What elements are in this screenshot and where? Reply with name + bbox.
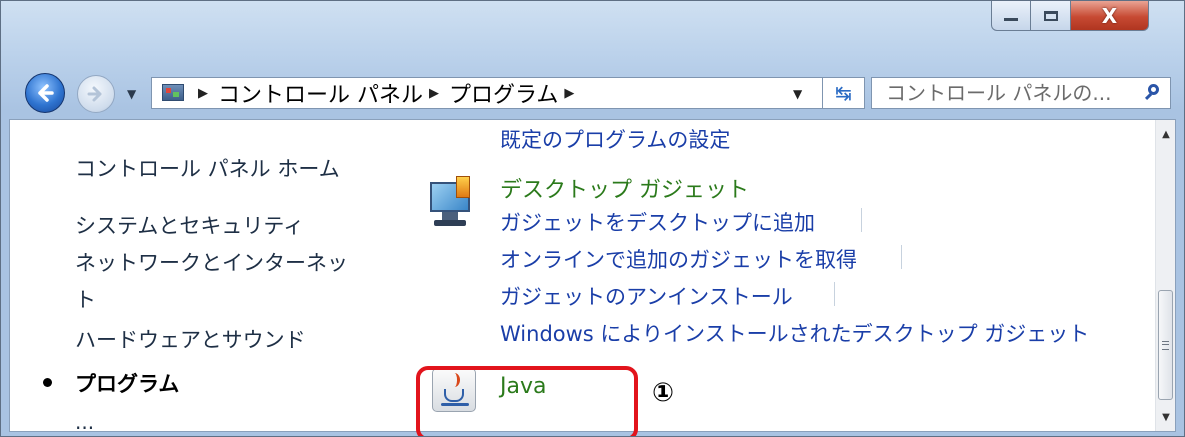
uninstall-gadget-link[interactable]: ガジェットのアンインストール	[500, 281, 793, 311]
link-separator	[834, 282, 835, 306]
search-input[interactable]	[884, 80, 1138, 106]
sidebar-item-programs[interactable]: プログラム	[75, 368, 179, 398]
recent-pages-dropdown[interactable]: ▼	[127, 87, 136, 101]
breadcrumb-programs[interactable]: プログラム	[449, 77, 558, 109]
scroll-up-icon[interactable]: ▲	[1156, 124, 1176, 144]
link-separator	[861, 208, 862, 232]
scrollbar-thumb[interactable]	[1158, 290, 1173, 400]
sidebar-item-cutoff[interactable]: ...	[75, 418, 94, 432]
forward-arrow-icon	[87, 86, 102, 102]
address-dropdown-icon[interactable]: ▼	[793, 87, 802, 101]
vertical-scrollbar[interactable]: ▲ ▼	[1155, 120, 1175, 431]
back-arrow-icon	[38, 84, 54, 102]
close-icon: X	[1101, 3, 1118, 28]
content-pane: コントロール パネル ホーム システムとセキュリティ ネットワークとインターネッ…	[9, 119, 1176, 436]
grip-icon	[1162, 340, 1169, 350]
forward-button[interactable]	[77, 75, 115, 113]
sidebar: コントロール パネル ホーム システムとセキュリティ ネットワークとインターネッ…	[10, 120, 396, 432]
minimize-button[interactable]	[991, 1, 1031, 31]
add-gadget-link[interactable]: ガジェットをデスクトップに追加	[500, 207, 815, 237]
breadcrumb-arrow-icon[interactable]: ▶	[564, 86, 574, 101]
maximize-button[interactable]	[1031, 1, 1071, 31]
get-gadgets-online-link[interactable]: オンラインで追加のガジェットを取得	[500, 244, 857, 274]
breadcrumb-arrow-icon[interactable]: ▶	[429, 86, 439, 101]
maximize-icon	[1043, 10, 1058, 21]
windows-gadgets-link[interactable]: Windows によりインストールされたデスクトップ ガジェット	[500, 318, 1089, 348]
minimize-icon	[1004, 18, 1018, 21]
sidebar-item-network-wrap[interactable]: ト	[75, 284, 96, 314]
breadcrumb-arrow-icon[interactable]: ▶	[198, 86, 208, 101]
scroll-down-icon[interactable]: ▼	[1156, 407, 1176, 427]
current-item-bullet	[43, 378, 52, 387]
default-programs-link[interactable]: 既定のプログラムの設定	[500, 124, 730, 154]
control-panel-icon	[160, 82, 184, 104]
close-button[interactable]: X	[1071, 1, 1149, 31]
back-button[interactable]	[25, 73, 65, 113]
refresh-icon: ↹	[835, 81, 852, 105]
control-panel-window: X ▼ ▶ コントロール パネル ▶ プログラム ▶ ▼ ↹ コントロール パネ…	[0, 0, 1185, 437]
search-box[interactable]	[871, 77, 1171, 109]
breadcrumb-control-panel[interactable]: コントロール パネル	[218, 77, 423, 109]
gadgets-heading[interactable]: デスクトップ ガジェット	[500, 172, 749, 204]
link-separator	[901, 245, 902, 269]
refresh-button[interactable]: ↹	[823, 77, 865, 109]
sidebar-item-home[interactable]: コントロール パネル ホーム	[75, 153, 340, 183]
sidebar-item-network[interactable]: ネットワークとインターネッ	[75, 247, 348, 277]
address-bar[interactable]: ▶ コントロール パネル ▶ プログラム ▶	[151, 77, 823, 109]
desktop-gadget-icon	[430, 176, 474, 230]
search-icon[interactable]	[1144, 84, 1162, 102]
step-callout: ①	[652, 378, 675, 408]
java-highlight-box	[416, 366, 638, 436]
sidebar-item-hardware[interactable]: ハードウェアとサウンド	[75, 324, 306, 354]
programs-pane: 既定のプログラムの設定 デスクトップ ガジェット ガジェットをデスクトップに追加…	[396, 120, 1156, 436]
sidebar-item-security[interactable]: システムとセキュリティ	[75, 210, 304, 240]
